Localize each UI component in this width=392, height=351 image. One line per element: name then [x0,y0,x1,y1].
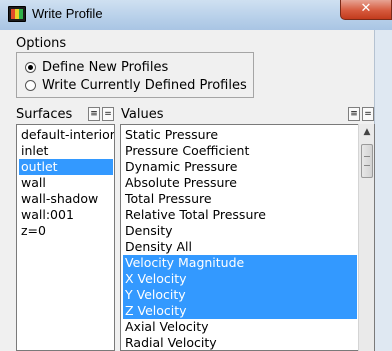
surfaces-label: Surfaces [16,107,73,122]
surface-item-wall-shadow[interactable]: wall-shadow [19,191,113,207]
value-item-velocity-magnitude[interactable]: Velocity Magnitude [123,255,357,271]
values-list[interactable]: Static Pressure Pressure Coefficient Dyn… [120,124,375,351]
values-label: Values [121,107,164,122]
radio-write-defined-profiles[interactable]: Write Currently Defined Profiles [25,76,247,94]
value-item-x-velocity[interactable]: X Velocity [123,271,357,287]
value-item-density-all[interactable]: Density All [123,239,357,255]
surface-item-default-interior[interactable]: default-interior [19,127,114,143]
surfaces-list[interactable]: default-interior inlet outlet wall wall-… [16,124,115,351]
window-edge [374,30,392,351]
surface-item-wall[interactable]: wall [19,175,113,191]
scroll-up-arrow-icon[interactable]: ▲ [359,124,375,141]
values-scrollbar[interactable]: ▲ [358,124,374,351]
radio-label: Define New Profiles [42,59,169,75]
value-item-z-velocity[interactable]: Z Velocity [123,303,357,319]
radio-define-new-profiles[interactable]: Define New Profiles [25,58,168,76]
value-item-axial-velocity[interactable]: Axial Velocity [123,319,357,335]
value-item-absolute-pressure[interactable]: Absolute Pressure [123,175,357,191]
value-item-total-pressure[interactable]: Total Pressure [123,191,357,207]
surface-item-outlet[interactable]: outlet [19,159,113,175]
value-item-pressure-coefficient[interactable]: Pressure Coefficient [123,143,357,159]
title-bar[interactable]: Write Profile ✕ [0,0,392,30]
value-item-y-velocity[interactable]: Y Velocity [123,287,357,303]
value-item-density[interactable]: Density [123,223,357,239]
scrollbar-thumb[interactable] [361,144,373,178]
surface-item-wall-001[interactable]: wall:001 [19,207,113,223]
radio-indicator[interactable] [25,79,36,91]
value-item-radial-velocity[interactable]: Radial Velocity [123,335,357,350]
radio-indicator[interactable] [25,61,36,73]
surface-item-inlet[interactable]: inlet [19,143,113,159]
surfaces-select-all-button[interactable]: ≡ [88,107,100,121]
radio-label: Write Currently Defined Profiles [42,77,247,93]
write-profile-dialog: Write Profile ✕ Options Define New Profi… [0,0,392,351]
options-label: Options [16,36,67,51]
close-button[interactable]: ✕ [340,0,392,20]
surfaces-deselect-all-button[interactable]: = [102,107,114,121]
value-item-relative-total-pressure[interactable]: Relative Total Pressure [123,207,357,223]
fluent-app-icon [8,6,26,22]
options-group: Define New Profiles Write Currently Defi… [16,52,254,98]
value-item-static-pressure[interactable]: Static Pressure [123,127,357,143]
values-select-all-button[interactable]: ≡ [348,107,360,121]
values-deselect-all-button[interactable]: = [362,107,374,121]
window-title: Write Profile [32,6,103,21]
value-item-dynamic-pressure[interactable]: Dynamic Pressure [123,159,357,175]
surface-item-z-0[interactable]: z=0 [19,223,113,239]
